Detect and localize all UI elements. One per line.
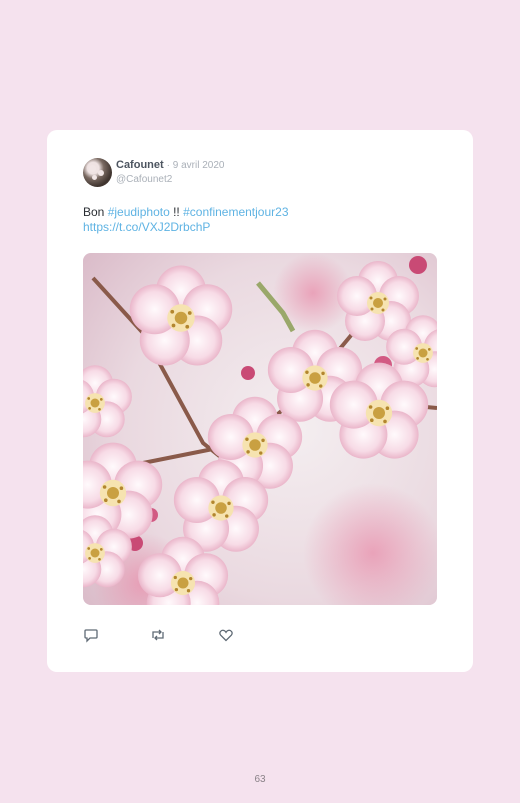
tweet-card: Cafounet · 9 avril 2020 @Cafounet2 Bon #j…: [47, 130, 473, 672]
tweet-url-link[interactable]: https://t.co/VXJ2DrbchP: [83, 220, 210, 234]
avatar[interactable]: [83, 158, 112, 187]
tweet-date[interactable]: · 9 avril 2020: [167, 160, 225, 171]
hashtag-link[interactable]: #confinementjour23: [183, 205, 288, 219]
retweet-icon[interactable]: [150, 627, 166, 643]
tweet-text: Bon #jeudiphoto !! #confinementjour23 ht…: [83, 205, 383, 235]
tweet-text-prefix: Bon: [83, 205, 108, 219]
tweet-photo[interactable]: [83, 253, 437, 605]
page: { "tweet": { "author_name": "Cafounet", …: [0, 0, 520, 803]
cherry-blossom-image: [83, 253, 437, 605]
hashtag-link[interactable]: #jeudiphoto: [108, 205, 170, 219]
reply-icon[interactable]: [83, 627, 99, 643]
heart-icon[interactable]: [218, 627, 234, 643]
author-name[interactable]: Cafounet: [116, 159, 164, 171]
tweet-text-middle: !!: [169, 205, 184, 219]
author-handle[interactable]: @Cafounet2: [116, 174, 172, 185]
tweet-actions: [83, 627, 283, 643]
page-number: 63: [254, 774, 266, 785]
author-row: Cafounet · 9 avril 2020: [116, 159, 224, 171]
